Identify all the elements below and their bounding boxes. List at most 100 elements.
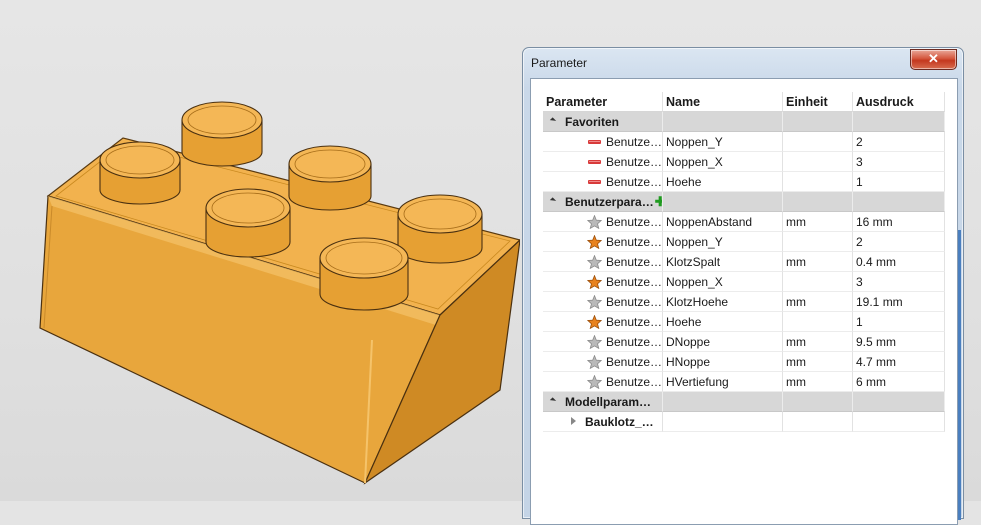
stud <box>319 237 409 311</box>
column-header-ausdruck[interactable]: Ausdruck <box>853 92 945 112</box>
parameter-expression[interactable]: 3 <box>853 152 945 172</box>
parameter-name[interactable]: DNoppe <box>663 332 783 352</box>
parameter-unit[interactable] <box>783 272 853 292</box>
parameter-type: Benutze… <box>606 335 663 349</box>
star-gray-icon[interactable] <box>587 215 602 229</box>
collapse-icon[interactable] <box>549 397 557 404</box>
parameter-name[interactable]: Hoehe <box>663 172 783 192</box>
parameter-unit[interactable]: mm <box>783 372 853 392</box>
parameter-name[interactable]: Hoehe <box>663 312 783 332</box>
parameter-expression[interactable]: 19.1 mm <box>853 292 945 312</box>
dialog-title: Parameter <box>531 56 588 70</box>
parameter-expression[interactable]: 1 <box>853 312 945 332</box>
stud <box>205 188 291 258</box>
table-row[interactable]: Benutze… HVertiefung mm 6 mm <box>543 372 945 392</box>
column-header-name[interactable]: Name <box>663 92 783 112</box>
star-gray-icon[interactable] <box>587 355 602 369</box>
table-row[interactable]: Benutze… KlotzHoehe mm 19.1 mm <box>543 292 945 312</box>
parameter-name[interactable]: KlotzHoehe <box>663 292 783 312</box>
group-modellparameter[interactable]: Modellparam… <box>543 392 945 412</box>
favorite-remove-icon[interactable] <box>587 175 602 189</box>
parameter-expression[interactable]: 3 <box>853 272 945 292</box>
expand-icon[interactable] <box>571 417 576 425</box>
parameter-type: Benutze… <box>606 255 663 269</box>
star-gray-icon[interactable] <box>587 255 602 269</box>
parameter-name[interactable]: KlotzSpalt <box>663 252 783 272</box>
parameter-name[interactable]: Noppen_Y <box>663 232 783 252</box>
stud <box>397 194 483 264</box>
parameter-expression[interactable]: 6 mm <box>853 372 945 392</box>
parameter-unit[interactable]: mm <box>783 352 853 372</box>
table-row[interactable]: Benutze… KlotzSpalt mm 0.4 mm <box>543 252 945 272</box>
group-label: Modellparam… <box>565 395 652 409</box>
favorite-remove-icon[interactable] <box>587 155 602 169</box>
parameter-table: Parameter Name Einheit Ausdruck Favorite… <box>543 92 945 432</box>
parameter-name[interactable]: HVertiefung <box>663 372 783 392</box>
group-benutzerparameter[interactable]: Benutzerpara…✚ <box>543 192 945 212</box>
tree-item-bauklotz[interactable]: Bauklotz_… <box>543 412 945 432</box>
close-button[interactable]: ✕ <box>910 49 957 70</box>
parameter-type: Benutze… <box>606 275 663 289</box>
table-row[interactable]: Benutze… Noppen_Y 2 <box>543 232 945 252</box>
parameter-unit[interactable] <box>783 152 853 172</box>
parameter-type: Benutze… <box>606 215 663 229</box>
table-row[interactable]: Benutze… Noppen_Y 2 <box>543 132 945 152</box>
star-orange-icon[interactable] <box>587 275 602 289</box>
parameter-name[interactable]: Noppen_X <box>663 152 783 172</box>
parameter-name[interactable]: Noppen_Y <box>663 132 783 152</box>
table-row[interactable]: Benutze… Hoehe 1 <box>543 172 945 192</box>
add-parameter-icon[interactable]: ✚ <box>655 192 662 211</box>
star-orange-icon[interactable] <box>587 235 602 249</box>
parameter-expression[interactable]: 4.7 mm <box>853 352 945 372</box>
parameter-name[interactable]: Noppen_X <box>663 272 783 292</box>
stud <box>288 145 372 211</box>
parameter-expression[interactable]: 2 <box>853 232 945 252</box>
favorite-remove-icon[interactable] <box>587 135 602 149</box>
group-label: Favoriten <box>565 115 620 129</box>
parameter-unit[interactable] <box>783 232 853 252</box>
table-row[interactable]: Benutze… HNoppe mm 4.7 mm <box>543 352 945 372</box>
column-header-einheit[interactable]: Einheit <box>783 92 853 112</box>
column-header-parameter[interactable]: Parameter <box>543 92 663 112</box>
star-orange-icon[interactable] <box>587 315 602 329</box>
table-row[interactable]: Benutze… Noppen_X 3 <box>543 152 945 172</box>
group-favoriten[interactable]: Favoriten <box>543 112 945 132</box>
parameter-unit[interactable] <box>783 132 853 152</box>
table-row[interactable]: Benutze… DNoppe mm 9.5 mm <box>543 332 945 352</box>
parameter-type: Benutze… <box>606 235 663 249</box>
star-gray-icon[interactable] <box>587 335 602 349</box>
parameter-type: Benutze… <box>606 135 663 149</box>
parameter-unit[interactable] <box>783 172 853 192</box>
star-gray-icon[interactable] <box>587 375 602 389</box>
table-row[interactable]: Benutze… Noppen_X 3 <box>543 272 945 292</box>
parameter-expression[interactable]: 16 mm <box>853 212 945 232</box>
tree-item-label: Bauklotz_… <box>585 415 654 429</box>
parameter-unit[interactable]: mm <box>783 252 853 272</box>
parameter-type: Benutze… <box>606 295 663 309</box>
parameter-expression[interactable]: 2 <box>853 132 945 152</box>
lego-brick-model[interactable] <box>0 0 520 501</box>
stud <box>99 141 181 205</box>
star-gray-icon[interactable] <box>587 295 602 309</box>
stud <box>181 101 263 167</box>
table-row[interactable]: Benutze… NoppenAbstand mm 16 mm <box>543 212 945 232</box>
parameter-type: Benutze… <box>606 155 663 169</box>
parameter-panel: Parameter Name Einheit Ausdruck Favorite… <box>530 78 958 525</box>
parameter-expression[interactable]: 9.5 mm <box>853 332 945 352</box>
parameter-dialog: Parameter ✕ Parameter Name Einheit Ausdr… <box>522 47 964 525</box>
parameter-name[interactable]: HNoppe <box>663 352 783 372</box>
parameter-unit[interactable]: mm <box>783 212 853 232</box>
parameter-type: Benutze… <box>606 355 663 369</box>
parameter-expression[interactable]: 1 <box>853 172 945 192</box>
parameter-type: Benutze… <box>606 175 663 189</box>
parameter-unit[interactable] <box>783 312 853 332</box>
group-label: Benutzerpara… <box>565 195 654 209</box>
parameter-unit[interactable]: mm <box>783 332 853 352</box>
parameter-unit[interactable]: mm <box>783 292 853 312</box>
collapse-icon[interactable] <box>549 197 557 204</box>
parameter-expression[interactable]: 0.4 mm <box>853 252 945 272</box>
table-row[interactable]: Benutze… Hoehe 1 <box>543 312 945 332</box>
collapse-icon[interactable] <box>549 117 557 124</box>
table-header: Parameter Name Einheit Ausdruck <box>543 92 945 112</box>
parameter-name[interactable]: NoppenAbstand <box>663 212 783 232</box>
